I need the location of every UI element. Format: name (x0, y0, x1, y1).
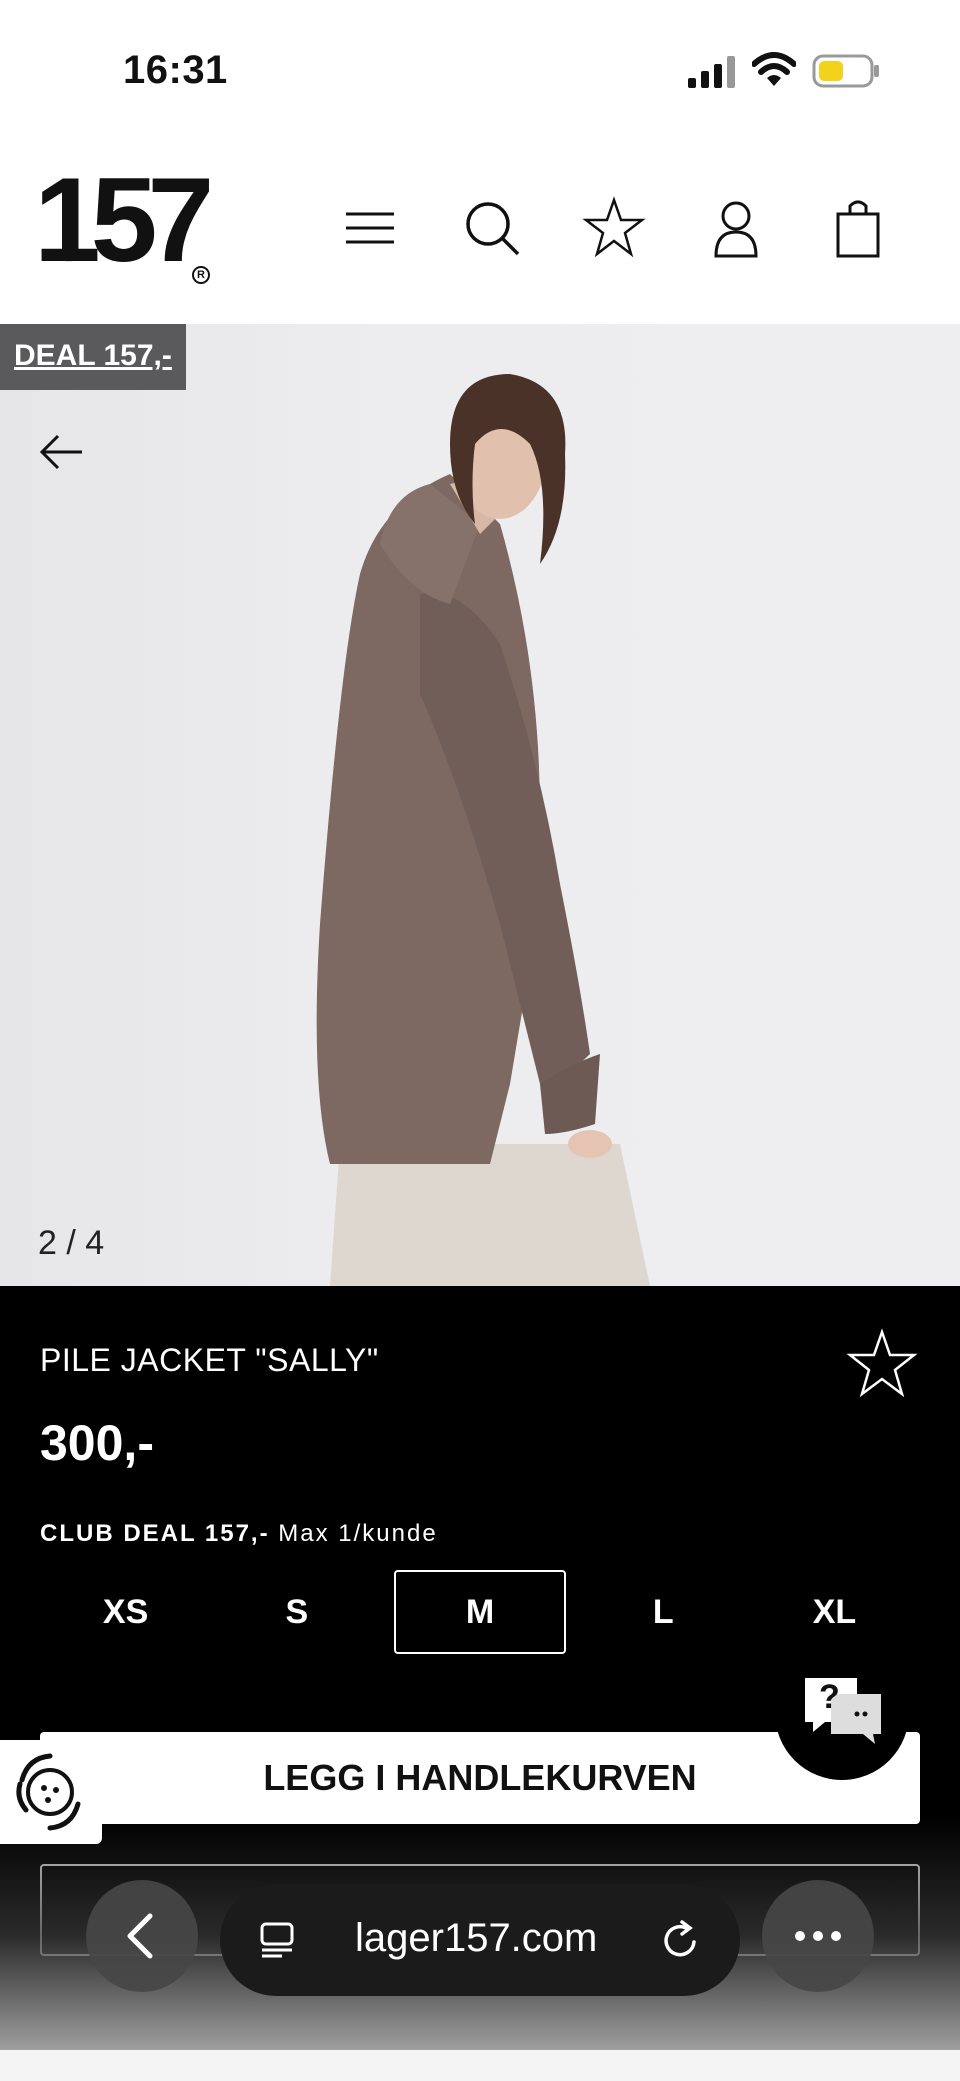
favorite-star-icon[interactable] (846, 1328, 918, 1400)
bottom-strip (0, 2050, 960, 2081)
size-option[interactable]: XS (40, 1570, 211, 1654)
browser-back-button[interactable] (86, 1880, 198, 1992)
tabs-icon[interactable] (258, 1920, 298, 1960)
chat-button[interactable]: ? (775, 1646, 909, 1780)
back-arrow-icon[interactable] (34, 424, 90, 480)
browser-toolbar: lager157.com (0, 1880, 960, 2010)
club-deal-label: CLUB DEAL 157,- (40, 1520, 270, 1547)
size-selector: XS S M L XL (40, 1570, 920, 1654)
model-photo (316, 374, 650, 1286)
search-icon[interactable] (460, 196, 524, 260)
wifi-icon (752, 52, 796, 86)
registered-mark: R (192, 266, 210, 284)
address-bar[interactable]: lager157.com (220, 1884, 740, 1996)
product-title: PILE JACKET "SALLY" (40, 1342, 379, 1378)
size-option[interactable]: S (211, 1570, 382, 1654)
site-header: 157 Lager R (0, 140, 960, 324)
size-option[interactable]: XL (749, 1570, 920, 1654)
status-bar: 16:31 (0, 0, 960, 140)
site-logo[interactable]: 157 Lager R (34, 160, 224, 290)
reload-icon[interactable] (660, 1920, 702, 1962)
image-counter: 2 / 4 (38, 1224, 105, 1262)
size-option[interactable]: L (578, 1570, 749, 1654)
club-deal-text: CLUB DEAL 157,- Max 1/kunde (40, 1520, 438, 1548)
status-time: 16:31 (123, 48, 228, 92)
product-image[interactable]: DEAL 157,- 2 / 4 (0, 324, 960, 1286)
chat-question-mark: ? (819, 1678, 840, 1716)
deal-badge[interactable]: DEAL 157,- (0, 324, 186, 390)
cellular-signal-icon (688, 56, 735, 88)
more-options-icon[interactable] (762, 1880, 874, 1992)
recycle-icon[interactable] (0, 1740, 102, 1844)
logo-small-text: Lager (64, 236, 75, 262)
bag-icon[interactable] (826, 196, 890, 260)
product-price: 300,- (40, 1415, 154, 1471)
size-option-selected[interactable]: M (394, 1570, 566, 1654)
menu-icon[interactable] (338, 196, 402, 260)
url-text: lager157.com (355, 1916, 598, 1960)
account-icon[interactable] (704, 196, 768, 260)
club-deal-note: Max 1/kunde (278, 1520, 438, 1547)
battery-icon (812, 54, 879, 88)
logo-text: 157 (34, 153, 214, 287)
star-icon[interactable] (582, 196, 646, 260)
